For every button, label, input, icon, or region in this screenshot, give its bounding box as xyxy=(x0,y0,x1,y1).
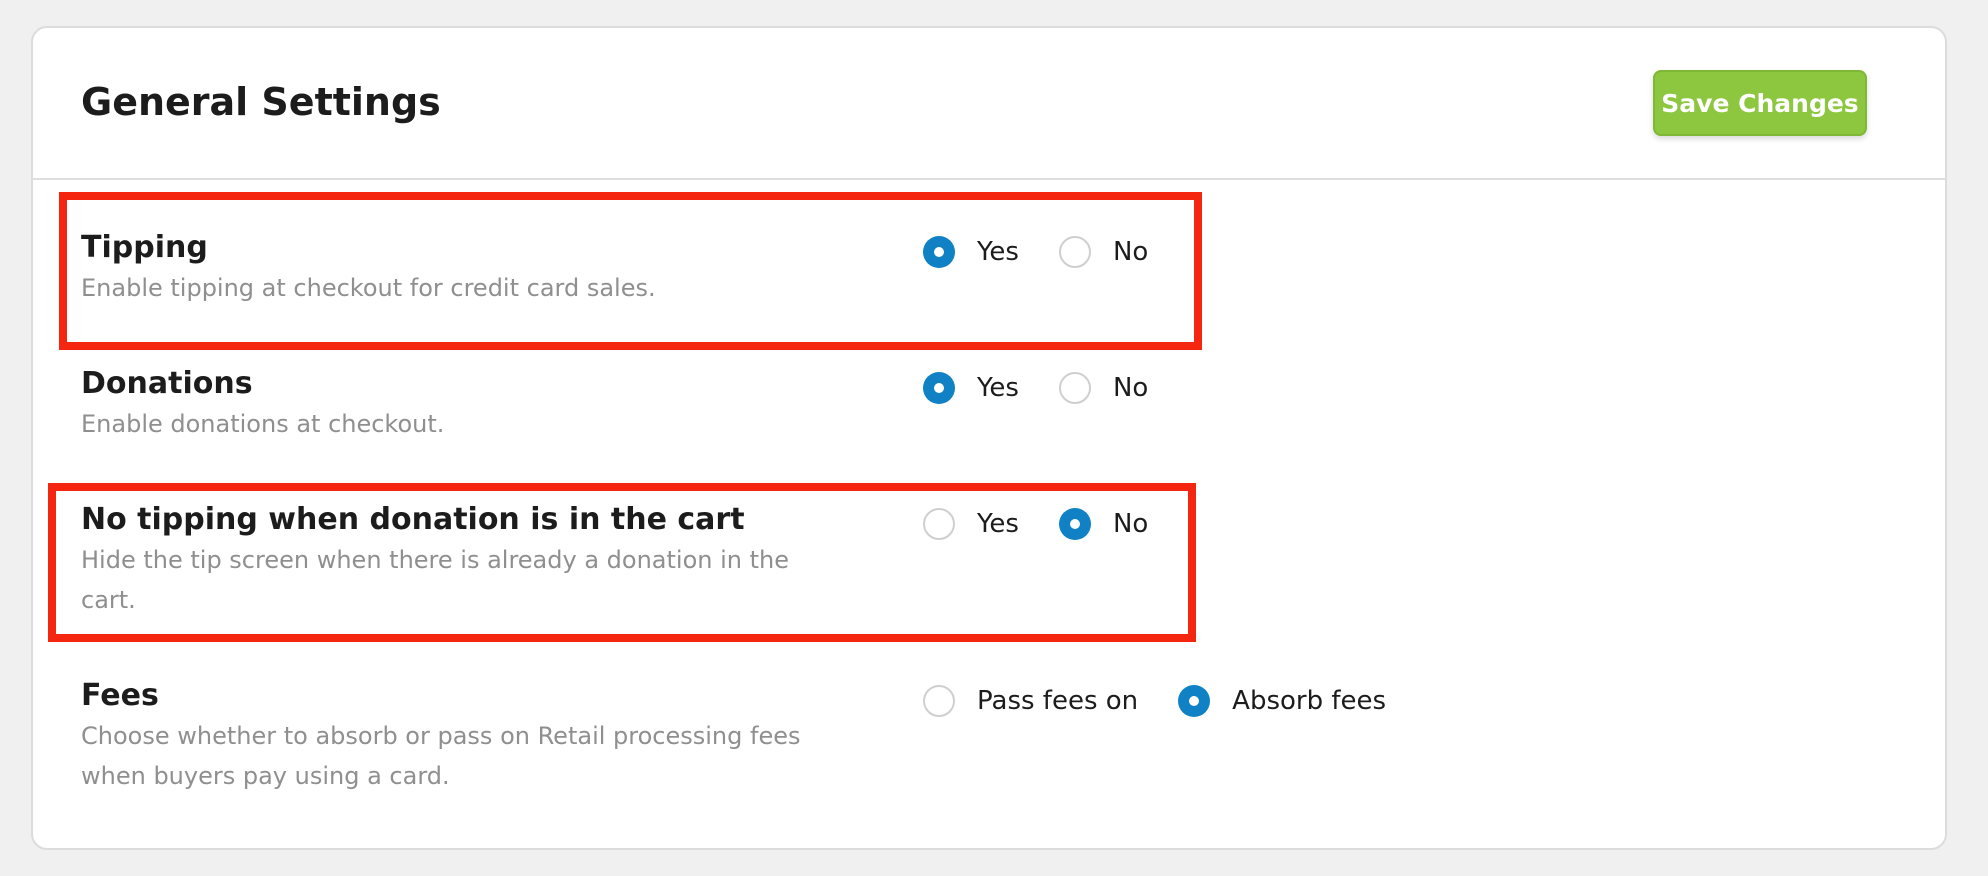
radio-label: No xyxy=(1112,509,1149,539)
setting-description: Hide the tip screen when there is alread… xyxy=(81,546,789,614)
radio-checked-icon xyxy=(1178,685,1211,717)
radio-checked-icon xyxy=(923,372,955,404)
radio-label: No xyxy=(1112,237,1149,267)
absorb-fees-radio[interactable]: Absorb fees xyxy=(1178,685,1386,717)
setting-fees: Fees Choose whether to absorb or pass on… xyxy=(81,676,801,796)
setting-tipping: Tipping Enable tipping at checkout for c… xyxy=(81,228,781,308)
setting-no-tipping-with-donation: No tipping when donation is in the cart … xyxy=(81,500,801,620)
radio-checked-icon xyxy=(923,236,955,268)
page-title: General Settings xyxy=(81,80,441,124)
radio-label: Yes xyxy=(977,509,1019,539)
tipping-no-radio[interactable]: No xyxy=(1058,236,1149,268)
save-changes-button[interactable]: Save Changes xyxy=(1653,70,1867,136)
no-tipping-yes-radio[interactable]: Yes xyxy=(923,508,1019,540)
radio-label: No xyxy=(1112,373,1149,403)
setting-title: Donations xyxy=(81,366,253,401)
radio-label: Pass fees on xyxy=(977,686,1139,716)
pass-fees-on-radio[interactable]: Pass fees on xyxy=(923,685,1138,717)
no-tipping-radio-group: Yes No xyxy=(923,508,1148,540)
radio-unchecked-icon xyxy=(1058,372,1091,404)
setting-description: Choose whether to absorb or pass on Reta… xyxy=(81,722,801,790)
radio-unchecked-icon xyxy=(923,685,955,717)
settings-card: General Settings Save Changes Tipping En… xyxy=(31,26,1947,850)
donations-radio-group: Yes No xyxy=(923,372,1148,404)
setting-description: Enable donations at checkout. xyxy=(81,410,445,438)
no-tipping-no-radio[interactable]: No xyxy=(1058,508,1149,540)
radio-checked-icon xyxy=(1058,508,1091,540)
setting-description: Enable tipping at checkout for credit ca… xyxy=(81,274,656,302)
setting-title: Tipping xyxy=(81,230,208,265)
radio-unchecked-icon xyxy=(923,508,955,540)
tipping-radio-group: Yes No xyxy=(923,236,1148,268)
radio-label: Absorb fees xyxy=(1232,686,1387,716)
radio-label: Yes xyxy=(977,237,1019,267)
donations-yes-radio[interactable]: Yes xyxy=(923,372,1019,404)
donations-no-radio[interactable]: No xyxy=(1058,372,1149,404)
tipping-yes-radio[interactable]: Yes xyxy=(923,236,1019,268)
radio-label: Yes xyxy=(977,373,1019,403)
fees-radio-group: Pass fees on Absorb fees xyxy=(923,685,1386,717)
settings-header: General Settings Save Changes xyxy=(33,28,1945,180)
radio-unchecked-icon xyxy=(1058,236,1091,268)
setting-title: Fees xyxy=(81,678,159,713)
setting-donations: Donations Enable donations at checkout. xyxy=(81,364,781,444)
setting-title: No tipping when donation is in the cart xyxy=(81,502,745,537)
